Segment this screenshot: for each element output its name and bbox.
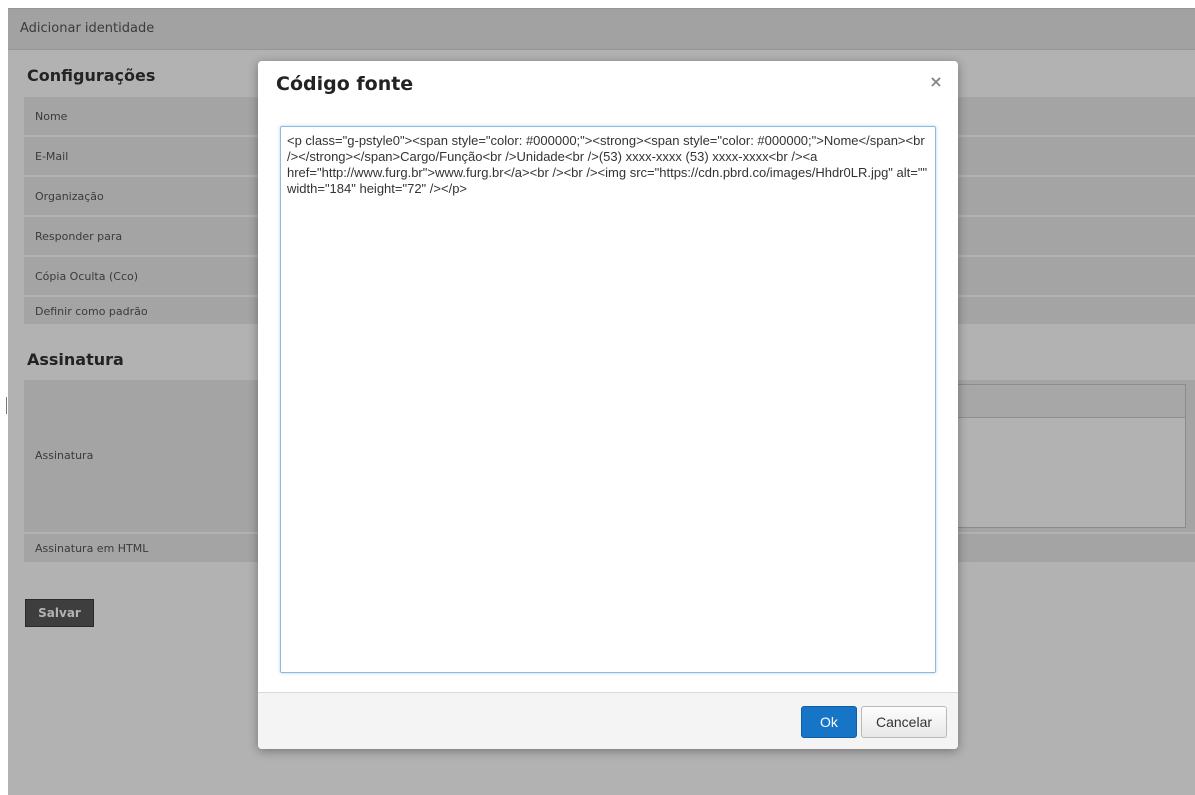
text-cursor — [6, 397, 7, 414]
source-code-dialog: Código fonte × <p class="g-pstyle0"><spa… — [258, 61, 958, 749]
dialog-footer: Ok Cancelar — [258, 692, 958, 749]
cancel-button[interactable]: Cancelar — [861, 706, 947, 738]
ok-button[interactable]: Ok — [801, 706, 857, 738]
source-code-textarea[interactable]: <p class="g-pstyle0"><span style="color:… — [280, 126, 936, 673]
close-icon[interactable]: × — [928, 74, 944, 90]
dialog-title: Código fonte — [276, 73, 414, 95]
